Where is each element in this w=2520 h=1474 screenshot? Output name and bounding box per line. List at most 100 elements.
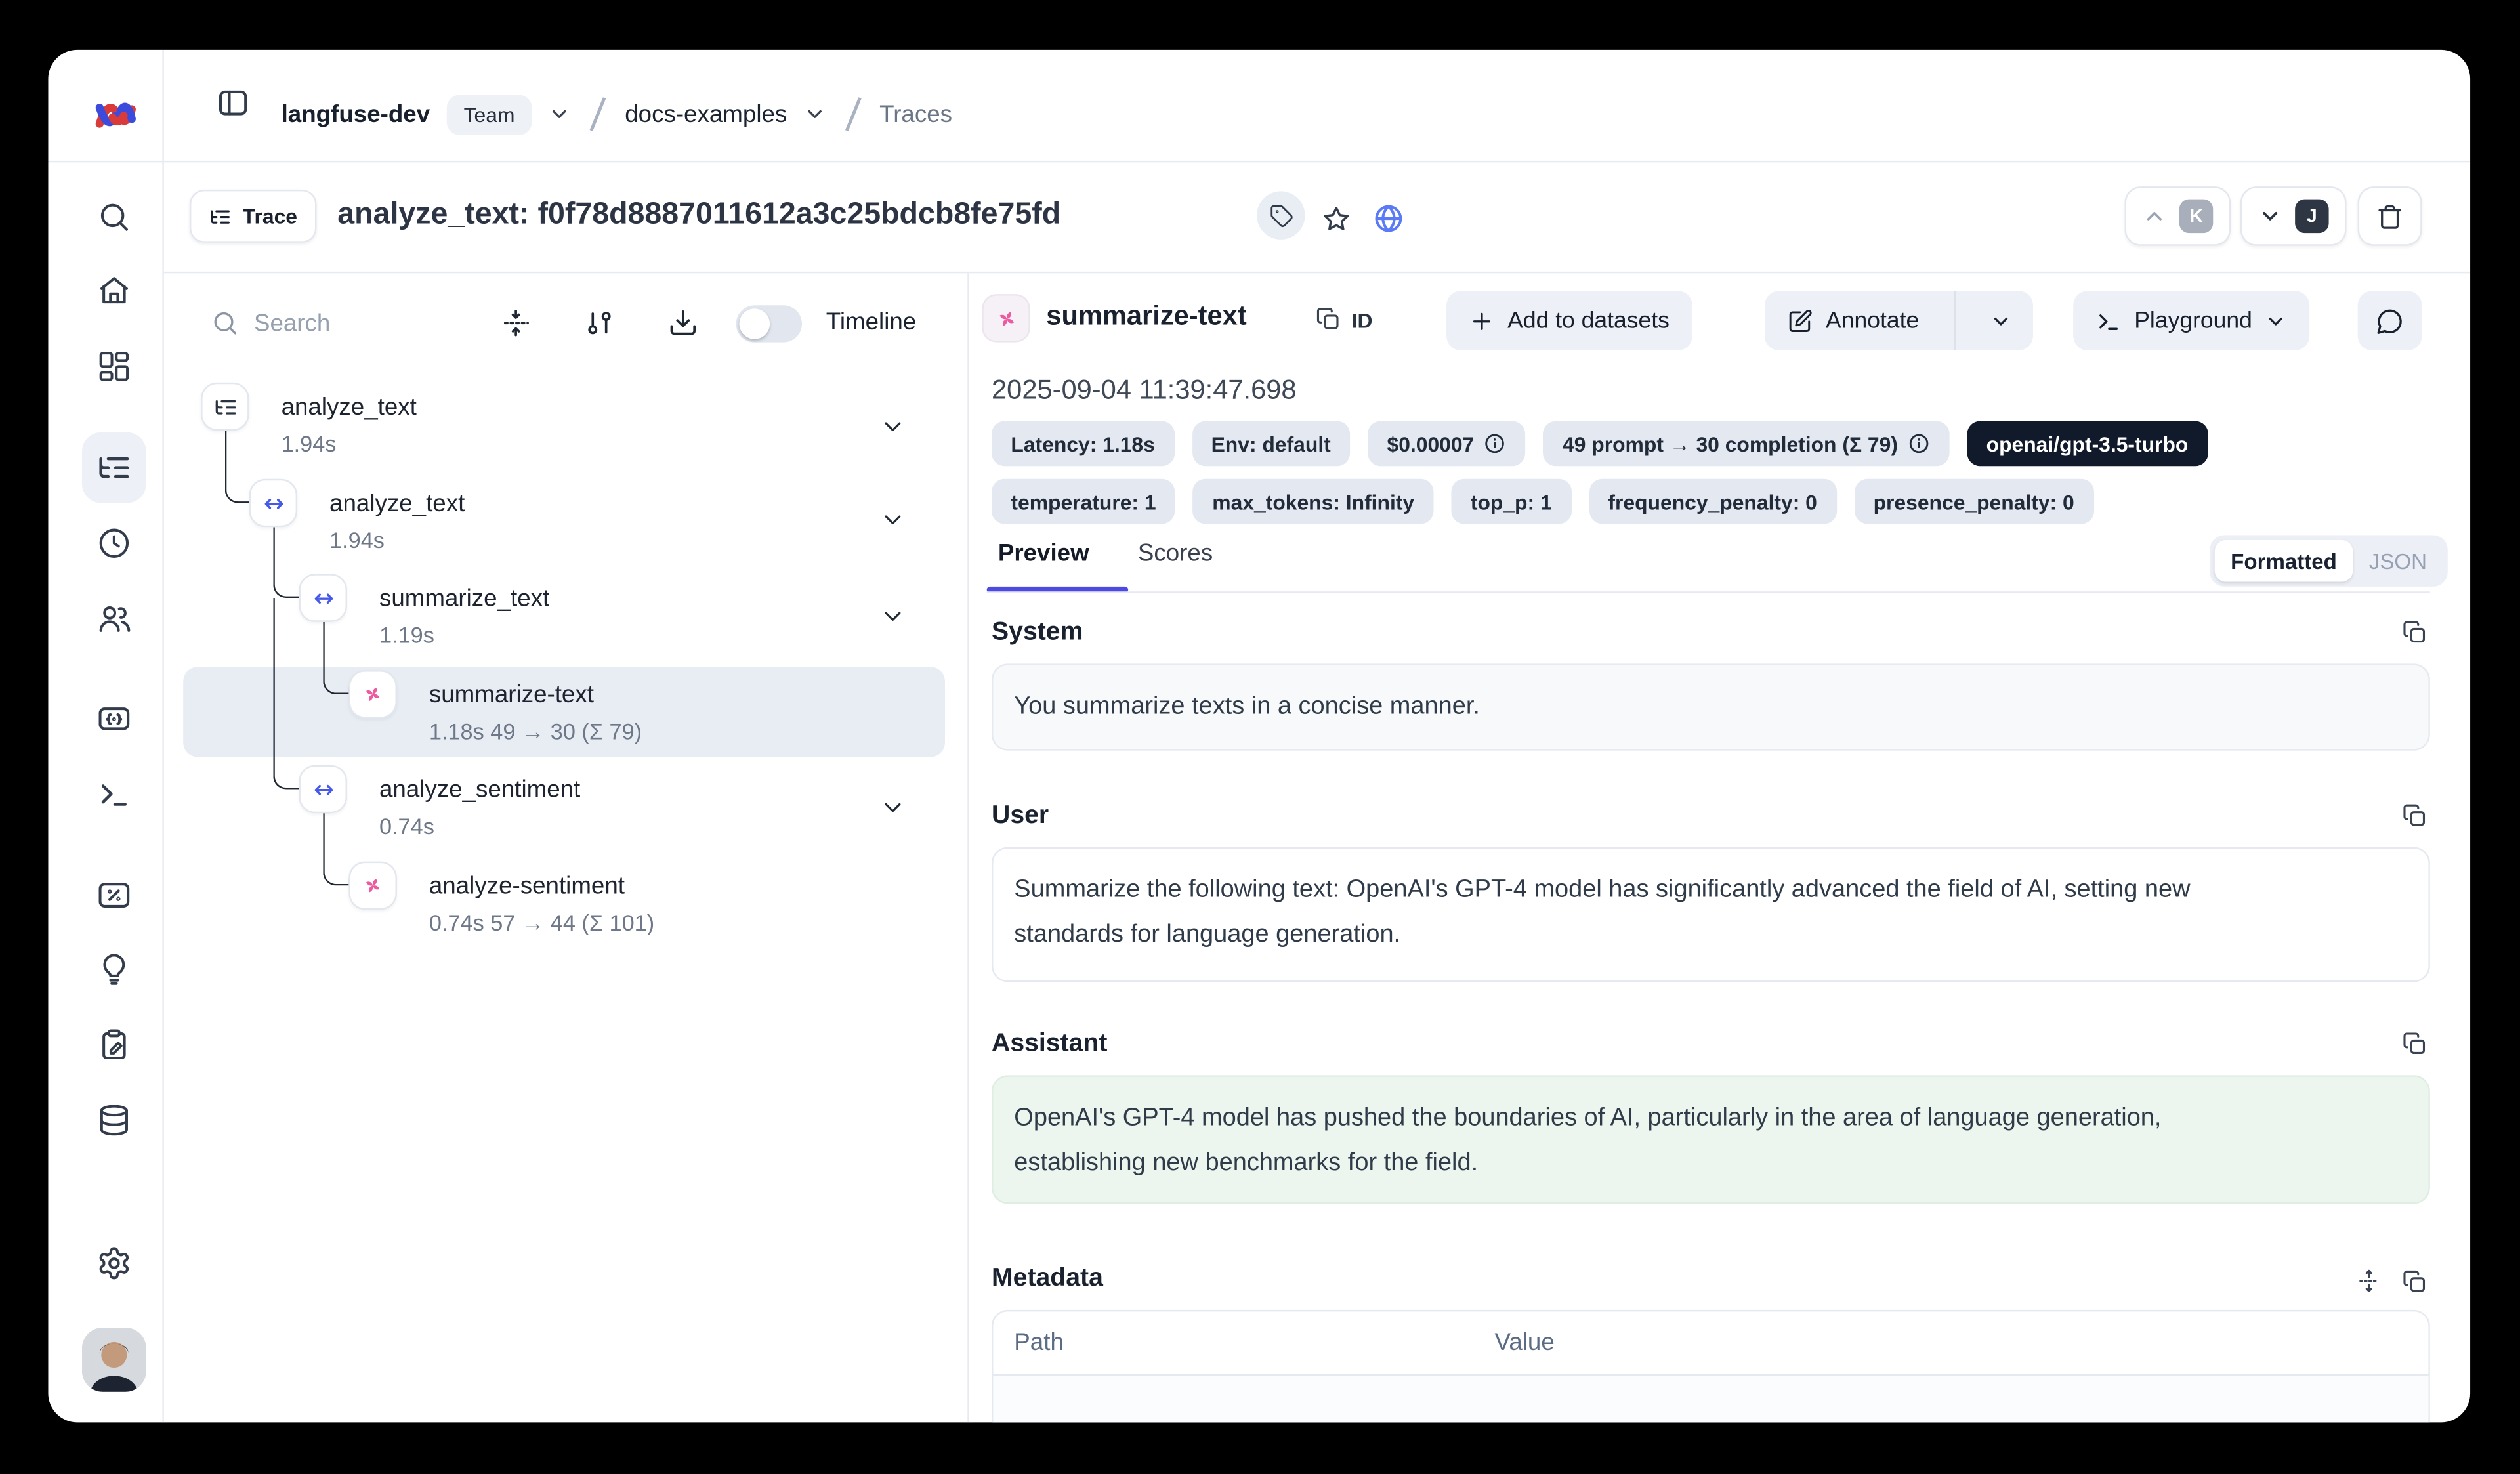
sidebar-tracing-icon[interactable] xyxy=(96,450,132,486)
row-chevron-down-icon[interactable] xyxy=(879,506,907,534)
prev-item-button[interactable]: K xyxy=(2125,186,2231,246)
span-node-icon[interactable] xyxy=(299,765,347,813)
assistant-message-line: establishing new benchmarks for the fiel… xyxy=(1014,1141,2407,1187)
trash-icon xyxy=(2376,201,2404,230)
bookmark-star-button[interactable] xyxy=(1321,200,1360,238)
id-label[interactable]: ID xyxy=(1352,308,1373,333)
sidebar-prompts-icon[interactable] xyxy=(96,701,132,736)
section-metadata-label: Metadata xyxy=(992,1265,1103,1294)
prev-shortcut-key: K xyxy=(2179,200,2213,233)
tag-button[interactable] xyxy=(1257,191,1305,239)
copy-icon[interactable] xyxy=(2401,802,2429,830)
next-shortcut-key: J xyxy=(2295,200,2328,233)
sidebar-datasets-icon[interactable] xyxy=(96,1103,132,1138)
row-chevron-down-icon[interactable] xyxy=(879,794,907,822)
tree-row-duration: 1.94s xyxy=(329,526,385,555)
project-chevron-down-icon[interactable] xyxy=(803,103,826,125)
tab-scores[interactable]: Scores xyxy=(1138,540,1213,568)
assistant-message-line: OpenAI's GPT-4 model has pushed the boun… xyxy=(1014,1096,2407,1141)
search-icon xyxy=(211,308,240,337)
row-chevron-down-icon[interactable] xyxy=(879,602,907,630)
user-avatar[interactable] xyxy=(82,1328,146,1392)
collapse-all-icon[interactable] xyxy=(500,307,532,339)
tree-row-label[interactable]: analyze_text xyxy=(282,394,417,423)
span-node-icon[interactable] xyxy=(299,574,347,621)
trace-node-icon[interactable] xyxy=(201,383,249,431)
breadcrumb-project[interactable]: docs-examples xyxy=(625,100,787,128)
tokens-badge[interactable]: 49 prompt → 30 completion (Σ 79) xyxy=(1544,421,1950,467)
metadata-col-path: Path xyxy=(993,1320,1494,1366)
chevron-down-icon xyxy=(1990,309,2012,331)
next-item-button[interactable]: J xyxy=(2240,186,2347,246)
button-divider xyxy=(1954,291,1956,350)
sidebar-annotation-icon[interactable] xyxy=(96,1027,132,1063)
sidebar-scores-icon[interactable] xyxy=(96,877,132,913)
annotate-split-button[interactable]: Annotate xyxy=(1765,291,2033,350)
temperature-badge: temperature: 1 xyxy=(992,479,1175,524)
tree-row-label[interactable]: summarize_text xyxy=(379,585,549,614)
langfuse-logo-icon xyxy=(87,85,141,140)
tree-row-duration: 1.19s xyxy=(379,620,434,649)
sidebar-insights-icon[interactable] xyxy=(96,952,132,987)
sidebar-toggle-button[interactable] xyxy=(215,85,273,143)
search-input[interactable]: Search xyxy=(254,310,330,338)
model-badge[interactable]: openai/gpt-3.5-turbo xyxy=(1967,421,2208,467)
copy-icon[interactable] xyxy=(2401,1268,2429,1295)
view-settings-icon[interactable] xyxy=(583,307,616,339)
breadcrumb-slash xyxy=(590,97,606,131)
tab-preview[interactable]: Preview xyxy=(998,540,1089,568)
span-node-icon[interactable] xyxy=(249,479,297,527)
playground-button[interactable]: Playground xyxy=(2073,291,2310,350)
observation-timestamp: 2025-09-04 11:39:47.698 xyxy=(992,375,1297,407)
sidebar-users-icon[interactable] xyxy=(96,601,132,637)
sidebar-search-icon[interactable] xyxy=(96,200,132,235)
trace-title: analyze_text: f0f78d8887011612a3c25bdcb8… xyxy=(337,198,1060,233)
download-icon[interactable] xyxy=(667,307,699,339)
metadata-table-header: Path Value xyxy=(993,1311,2428,1376)
playground-label: Playground xyxy=(2134,308,2252,333)
trace-type-chip[interactable]: Trace xyxy=(190,190,316,243)
cost-badge[interactable]: $0.00007 xyxy=(1368,421,1526,467)
trace-tree-panel: Search Timeline analyze_text 1.94s analy… xyxy=(162,272,967,1422)
annotate-dropdown-button[interactable] xyxy=(1969,291,2033,350)
observation-title: summarize-text xyxy=(1046,301,1246,333)
annotate-button[interactable]: Annotate xyxy=(1765,291,1942,350)
section-user-label: User xyxy=(992,802,1049,831)
chevron-up-icon xyxy=(2142,204,2166,228)
chevron-down-icon xyxy=(2265,309,2287,331)
user-message-line: Summarize the following text: OpenAI's G… xyxy=(1014,868,2407,913)
copy-icon[interactable] xyxy=(2401,1030,2429,1058)
org-name[interactable]: langfuse-dev xyxy=(282,100,430,128)
generation-node-icon[interactable] xyxy=(348,670,396,718)
generation-node-icon[interactable] xyxy=(348,862,396,910)
timeline-toggle[interactable] xyxy=(736,305,802,342)
tree-row-label[interactable]: analyze_text xyxy=(329,490,465,519)
sidebar-sessions-icon[interactable] xyxy=(96,526,132,561)
copy-id-icon[interactable] xyxy=(1314,305,1342,333)
tree-row-label[interactable]: summarize-text xyxy=(429,681,594,710)
delete-trace-button[interactable] xyxy=(2358,186,2422,246)
generation-type-icon xyxy=(982,294,1030,342)
max-tokens-badge: max_tokens: Infinity xyxy=(1193,479,1434,524)
expand-vertical-icon[interactable] xyxy=(2356,1268,2382,1294)
comments-button[interactable] xyxy=(2358,291,2422,350)
format-json-option[interactable]: JSON xyxy=(2353,549,2443,573)
sidebar-playground-icon[interactable] xyxy=(96,776,132,812)
row-chevron-down-icon[interactable] xyxy=(879,413,907,440)
format-toggle[interactable]: Formatted JSON xyxy=(2210,536,2448,587)
sidebar-dashboards-icon[interactable] xyxy=(96,348,132,384)
add-to-datasets-button[interactable]: Add to datasets xyxy=(1446,291,1692,350)
breadcrumb-slash xyxy=(845,97,860,131)
public-globe-button[interactable] xyxy=(1372,200,1411,238)
sidebar-home-icon[interactable] xyxy=(96,273,132,308)
sidebar-settings-icon[interactable] xyxy=(96,1246,132,1281)
format-formatted-option[interactable]: Formatted xyxy=(2215,540,2353,582)
breadcrumb-section[interactable]: Traces xyxy=(879,100,952,128)
assistant-message-box: OpenAI's GPT-4 model has pushed the boun… xyxy=(992,1075,2430,1204)
copy-icon[interactable] xyxy=(2401,619,2429,646)
org-chevron-down-icon[interactable] xyxy=(549,103,571,125)
tree-row-label[interactable]: analyze_sentiment xyxy=(379,776,580,805)
tree-row-detail: 0.74s 57 → 44 (Σ 101) xyxy=(429,908,654,937)
divider xyxy=(987,591,2430,593)
tree-row-label[interactable]: analyze-sentiment xyxy=(429,873,625,902)
